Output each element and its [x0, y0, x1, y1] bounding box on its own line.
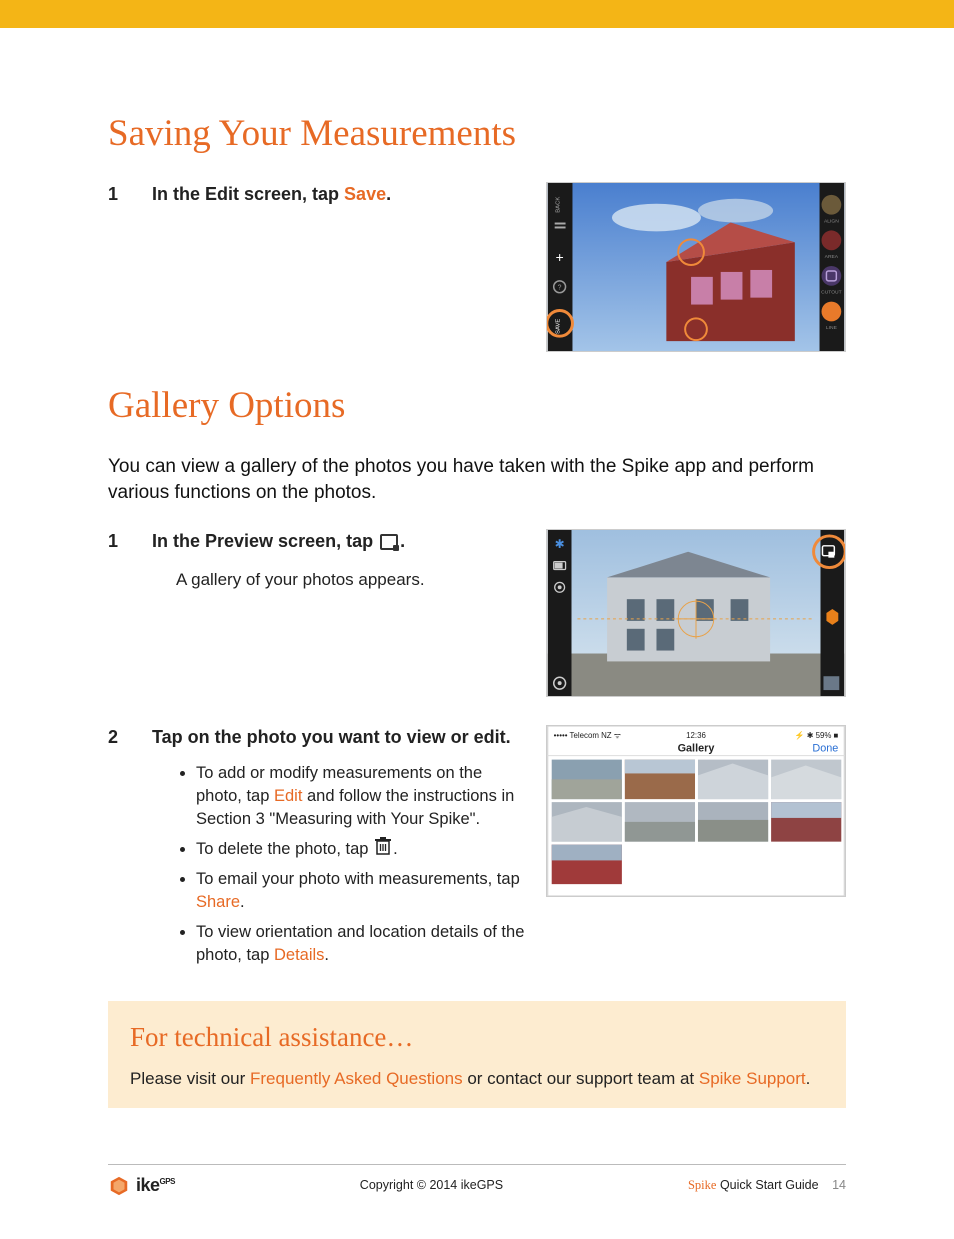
bullet-item: To email your photo with measurements, t…: [196, 868, 528, 914]
gallery-icon: [380, 534, 398, 550]
step-title: In the Edit screen, tap Save.: [152, 182, 528, 207]
step-subtext: A gallery of your photos appears.: [176, 568, 528, 592]
section2-step-2: 2 Tap on the photo you want to view or e…: [108, 725, 846, 973]
done-button: Done: [812, 742, 838, 754]
svg-text:SAVE: SAVE: [556, 318, 562, 333]
svg-text:CUTOUT: CUTOUT: [821, 289, 841, 295]
svg-text:?: ?: [558, 285, 562, 292]
section1-heading: Saving Your Measurements: [108, 108, 846, 160]
top-accent-bar: [0, 0, 954, 28]
page-footer: ikeGPS Copyright © 2014 ikeGPS Spike Qui…: [108, 1164, 846, 1238]
status-battery: ⚡ ✱ 59% ■: [795, 730, 839, 740]
section2-step-1: 1 In the Preview screen, tap . A gallery…: [108, 529, 846, 697]
ike-hex-icon: [108, 1175, 130, 1197]
edit-screen-screenshot: BACK + ? SAVE ALIGN AREA CUTOUT LINE: [546, 182, 846, 352]
svg-text:ALIGN: ALIGN: [824, 218, 839, 224]
status-time: 12:36: [686, 731, 706, 740]
bullet-item: To add or modify measurements on the pho…: [196, 762, 528, 831]
section2-intro: You can view a gallery of the photos you…: [108, 454, 846, 507]
footer-right: Spike Quick Start Guide 14: [688, 1177, 846, 1195]
status-carrier: ••••• Telecom NZ ᯤ: [554, 731, 621, 740]
techbox-heading: For technical assistance…: [130, 1019, 824, 1057]
step-bullets: To add or modify measurements on the pho…: [176, 762, 528, 967]
svg-text:LINE: LINE: [826, 325, 838, 331]
support-link[interactable]: Spike Support: [699, 1069, 806, 1088]
step-number: 1: [108, 531, 118, 551]
svg-text:AREA: AREA: [825, 254, 839, 260]
bullet-item: To delete the photo, tap .: [196, 837, 528, 862]
techbox-text: Please visit our Frequently Asked Questi…: [130, 1067, 824, 1091]
page-content: Saving Your Measurements 1 In the Edit s…: [0, 28, 954, 1138]
step-number: 2: [108, 727, 118, 747]
svg-text:BACK: BACK: [556, 196, 562, 212]
section2-heading: Gallery Options: [108, 380, 846, 432]
trash-icon: [375, 837, 391, 862]
step-title: Tap on the photo you want to view or edi…: [152, 725, 528, 750]
copyright: Copyright © 2014 ikeGPS: [360, 1177, 503, 1195]
preview-screen-screenshot: ✱: [546, 529, 846, 697]
section1-step-1: 1 In the Edit screen, tap Save.: [108, 182, 846, 352]
step-number: 1: [108, 184, 118, 204]
technical-assistance-box: For technical assistance… Please visit o…: [108, 1001, 846, 1109]
svg-text:✱: ✱: [555, 537, 565, 551]
logo-text: ikeGPS: [136, 1173, 175, 1198]
step-title: In the Preview screen, tap .: [152, 529, 528, 554]
gallery-grid-screenshot: ••••• Telecom NZ ᯤ 12:36 ⚡ ✱ 59% ■ Galle…: [546, 725, 846, 897]
gallery-title: Gallery: [678, 742, 715, 754]
footer-logo: ikeGPS: [108, 1173, 175, 1198]
bullet-item: To view orientation and location details…: [196, 921, 528, 967]
faq-link[interactable]: Frequently Asked Questions: [250, 1069, 463, 1088]
svg-text:+: +: [556, 249, 564, 265]
